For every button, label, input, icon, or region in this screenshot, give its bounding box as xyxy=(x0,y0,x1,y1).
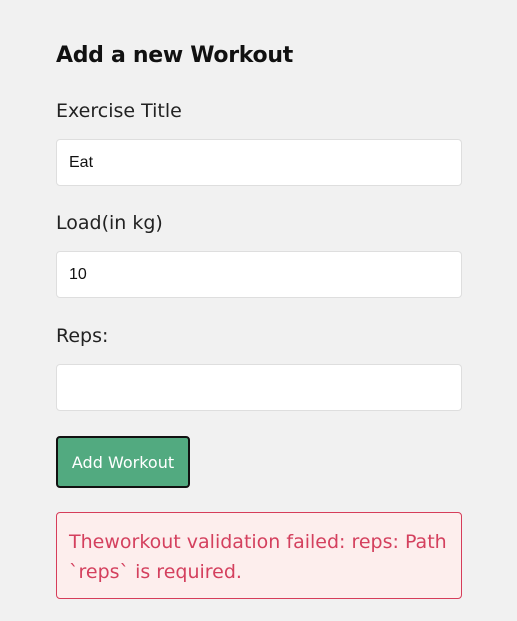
error-message: Theworkout validation failed: reps: Path… xyxy=(56,512,462,599)
load-input[interactable] xyxy=(56,251,462,298)
reps-label: Reps: xyxy=(56,325,109,347)
exercise-title-label: Exercise Title xyxy=(56,100,182,122)
load-label: Load(in kg) xyxy=(56,212,163,234)
add-workout-button[interactable]: Add Workout xyxy=(56,436,190,488)
form-title: Add a new Workout xyxy=(56,43,293,68)
exercise-title-input[interactable] xyxy=(56,139,462,186)
workout-form: Add a new Workout Exercise Title Load(in… xyxy=(56,38,462,599)
reps-input[interactable] xyxy=(56,364,462,411)
